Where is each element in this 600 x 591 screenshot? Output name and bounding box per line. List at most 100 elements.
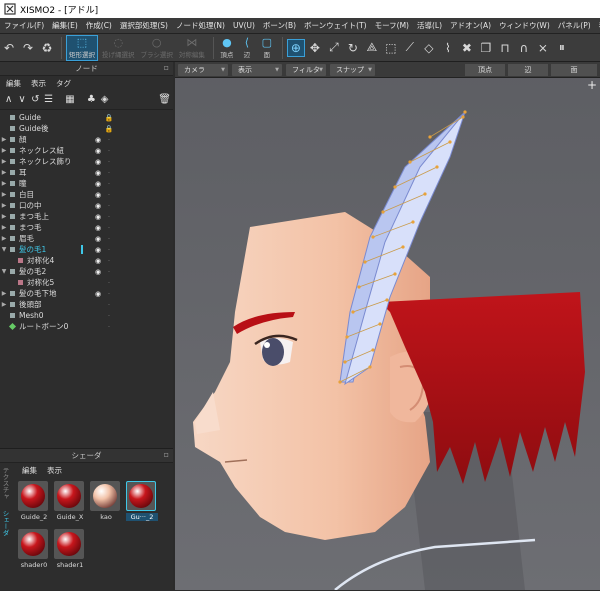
node-menu-edit[interactable]: 編集: [6, 78, 21, 89]
expand-arrow-icon[interactable]: ▶: [0, 169, 8, 176]
menu-item-6[interactable]: ボーン(B): [259, 20, 300, 31]
node-row[interactable]: ルートボーン0 ·: [0, 321, 173, 332]
node-row[interactable]: ▶ 眉毛 ◉ ·: [0, 233, 173, 244]
visibility-eye-icon[interactable]: ◉: [93, 191, 103, 199]
vertex-connect-icon[interactable]: ⟁: [363, 39, 381, 57]
trash-icon[interactable]: 🗑: [158, 93, 171, 107]
node-row[interactable]: ▶ 髪の毛下地 ◉ ·: [0, 288, 173, 299]
lock-icon[interactable]: ·: [103, 323, 115, 331]
cross-icon[interactable]: ✖: [458, 39, 476, 57]
bbox-icon[interactable]: ⬚: [382, 39, 400, 57]
lock-icon[interactable]: ·: [103, 301, 115, 309]
lock-icon[interactable]: 🔒: [103, 114, 115, 122]
brush-select-button[interactable]: ○ ブラシ選択: [139, 35, 175, 61]
menu-item-5[interactable]: UV(U): [229, 21, 259, 30]
node-menu-view[interactable]: 表示: [31, 78, 46, 89]
visibility-eye-icon[interactable]: ◉: [93, 158, 103, 166]
scale-icon[interactable]: ⤢: [325, 39, 343, 57]
shader-item[interactable]: shader0: [18, 529, 50, 569]
expand-arrow-icon[interactable]: ▶: [0, 158, 8, 165]
tab-texture[interactable]: テクスチャ: [0, 463, 10, 503]
tab-shader[interactable]: シェーダ: [0, 503, 10, 543]
menu-item-12[interactable]: パネル(P): [554, 20, 595, 31]
symmetric-edit-button[interactable]: ⋈ 対称編集: [177, 35, 207, 61]
shader-item[interactable]: Guide_X: [54, 481, 86, 521]
lock-icon[interactable]: ·: [103, 312, 115, 320]
bridge-icon[interactable]: ⊓: [496, 39, 514, 57]
visibility-eye-icon[interactable]: ◉: [93, 257, 103, 265]
node-menu-tag[interactable]: タグ: [56, 78, 71, 89]
node-row[interactable]: 対称化5 ·: [0, 277, 173, 288]
node-row[interactable]: Guide後 🔒: [0, 123, 173, 134]
undo-icon[interactable]: ↶: [0, 39, 18, 57]
menu-item-9[interactable]: 活導(L): [413, 20, 446, 31]
node-row[interactable]: ▼ 髪の毛1 ◉ ·: [0, 244, 173, 255]
lock-icon[interactable]: ·: [103, 257, 115, 265]
lock-icon[interactable]: ·: [103, 147, 115, 155]
node-row[interactable]: ▶ まつ毛 ◉ ·: [0, 222, 173, 233]
menu-item-2[interactable]: 作成(C): [82, 20, 116, 31]
lasso-select-button[interactable]: ◌ 投げ縄選択: [100, 35, 137, 61]
recycle-icon[interactable]: ♻: [38, 39, 56, 57]
lock-icon[interactable]: ·: [103, 268, 115, 276]
menu-item-1[interactable]: 編集(E): [48, 20, 82, 31]
move-icon[interactable]: ✥: [306, 39, 324, 57]
weld-icon[interactable]: ⨯: [534, 39, 552, 57]
lock-icon[interactable]: ·: [103, 180, 115, 188]
lock-icon[interactable]: ·: [103, 290, 115, 298]
3d-viewport[interactable]: カメラ ▼ 表示 ▼ フィルタ ▼ スナップ ▼ 頂点 辺 面 +: [175, 62, 600, 590]
node-row[interactable]: ▶ 白目 ◉ ·: [0, 189, 173, 200]
rotate-icon[interactable]: ↻: [344, 39, 362, 57]
expand-icon[interactable]: ∨: [16, 93, 27, 107]
visibility-eye-icon[interactable]: ◉: [93, 224, 103, 232]
lock-icon[interactable]: ·: [103, 191, 115, 199]
visibility-eye-icon[interactable]: ◉: [93, 202, 103, 210]
node-row[interactable]: ▶ ネックレス飾り ◉ ·: [0, 156, 173, 167]
lock-icon[interactable]: ·: [103, 136, 115, 144]
expand-arrow-icon[interactable]: ▶: [0, 224, 8, 231]
node-row[interactable]: ▶ 耳 ◉ ·: [0, 167, 173, 178]
menu-item-3[interactable]: 選択部処理(S): [116, 20, 172, 31]
expand-arrow-icon[interactable]: ▶: [0, 290, 8, 297]
menu-item-0[interactable]: ファイル(F): [0, 20, 48, 31]
expand-arrow-icon[interactable]: ▶: [0, 180, 8, 187]
add-node-icon[interactable]: ♣: [86, 93, 97, 107]
menu-item-8[interactable]: モーフ(M): [371, 20, 413, 31]
expand-arrow-icon[interactable]: ▶: [0, 202, 8, 209]
node-row[interactable]: Guide 🔒: [0, 112, 173, 123]
menu-item-13[interactable]: 表示(V): [595, 20, 600, 31]
lock-icon[interactable]: 🔒: [103, 125, 115, 133]
shader-item[interactable]: Guide_2: [18, 481, 50, 521]
eraser-icon[interactable]: ◇: [420, 39, 438, 57]
shader-menu-edit[interactable]: 編集: [22, 465, 37, 476]
menu-item-4[interactable]: ノード処理(N): [172, 20, 229, 31]
face-mode-button[interactable]: ▢ 面: [258, 35, 276, 61]
expand-arrow-icon[interactable]: ▶: [0, 235, 8, 242]
panel-close-icon[interactable]: ▫: [164, 63, 169, 72]
edge-mode-button[interactable]: ⟨ 辺: [238, 35, 256, 61]
node-row[interactable]: ▶ 後頭部 ·: [0, 299, 173, 310]
visibility-eye-icon[interactable]: ◉: [93, 136, 103, 144]
grid-icon[interactable]: ▦: [64, 93, 75, 107]
duplicate-icon[interactable]: ❐: [477, 39, 495, 57]
visibility-eye-icon[interactable]: ◉: [93, 290, 103, 298]
lock-icon[interactable]: ·: [103, 202, 115, 210]
shader-item[interactable]: Gu···_2: [126, 481, 158, 521]
visibility-eye-icon[interactable]: ◉: [93, 235, 103, 243]
visibility-eye-icon[interactable]: ◉: [93, 213, 103, 221]
column-icon[interactable]: ⏸: [553, 39, 571, 57]
arch-icon[interactable]: ∩: [515, 39, 533, 57]
lock-icon[interactable]: ·: [103, 224, 115, 232]
expand-arrow-icon[interactable]: ▼: [0, 268, 8, 275]
menu-item-10[interactable]: アドオン(A): [446, 20, 495, 31]
node-row[interactable]: ▼ 髪の毛2 ◉ ·: [0, 266, 173, 277]
visibility-eye-icon[interactable]: ◉: [93, 180, 103, 188]
node-row[interactable]: 対称化4 ◉ ·: [0, 255, 173, 266]
node-row[interactable]: Mesh0 ·: [0, 310, 173, 321]
node-row[interactable]: ▶ ネックレス紐 ◉ ·: [0, 145, 173, 156]
node-row[interactable]: ▶ まつ毛上 ◉ ·: [0, 211, 173, 222]
lock-icon[interactable]: ·: [103, 235, 115, 243]
node-row[interactable]: ▶ 顔 ◉ ·: [0, 134, 173, 145]
visibility-eye-icon[interactable]: ◉: [93, 147, 103, 155]
shader-menu-view[interactable]: 表示: [47, 465, 62, 476]
